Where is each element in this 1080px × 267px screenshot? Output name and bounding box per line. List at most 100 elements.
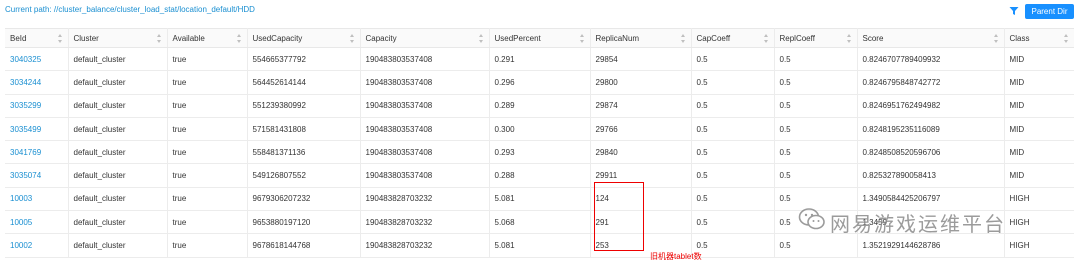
beid-link[interactable]: 3040325 (5, 47, 69, 72)
cell-available: true (167, 163, 248, 188)
column-header-label: Available (172, 33, 205, 43)
cell-available: true (167, 233, 248, 258)
sort-icon[interactable] (478, 34, 484, 43)
cell-cluster: default_cluster (68, 70, 168, 95)
cell-score: 0.8246951762494982 (857, 94, 1005, 118)
sort-icon[interactable] (156, 34, 162, 43)
cell-usedcapacity: 549126807552 (247, 163, 361, 188)
cell-class: MID (1004, 47, 1074, 72)
cell-usedcapacity: 9653880197120 (247, 210, 361, 235)
cell-cluster: default_cluster (68, 233, 168, 258)
column-header-usedcapacity[interactable]: UsedCapacity (247, 28, 361, 48)
cell-cluster: default_cluster (68, 94, 168, 118)
cell-replcoeff: 0.5 (774, 70, 858, 95)
column-header-score[interactable]: Score (857, 28, 1005, 48)
beid-link[interactable]: 10002 (5, 233, 69, 258)
cell-replicanum: 29766 (590, 117, 692, 142)
cell-class: MID (1004, 70, 1074, 95)
cell-replicanum: 29874 (590, 94, 692, 118)
beid-link[interactable]: 3035499 (5, 117, 69, 142)
cell-available: true (167, 94, 248, 118)
column-header-cluster[interactable]: Cluster (68, 28, 168, 48)
column-header-replicanum[interactable]: ReplicaNum (590, 28, 692, 48)
column-header-label: Capacity (365, 33, 397, 43)
filter-icon[interactable] (1009, 6, 1019, 16)
column-header-replcoeff[interactable]: ReplCoeff (774, 28, 858, 48)
cell-capacity: 190483803537408 (360, 94, 490, 118)
cell-usedpercent: 0.296 (489, 70, 591, 95)
sort-icon[interactable] (846, 34, 852, 43)
sort-icon[interactable] (579, 34, 585, 43)
beid-link[interactable]: 10003 (5, 187, 69, 212)
column-header-label: CapCoeff (696, 33, 731, 43)
watermark: 网易游戏运维平台 (798, 204, 1048, 238)
cell-usedcapacity: 558481371136 (247, 140, 361, 165)
table-row: 3035499 default_cluster true 571581431808 19… (5, 117, 1074, 142)
column-header-label: ReplCoeff (779, 33, 815, 43)
cell-cluster: default_cluster (68, 47, 168, 72)
cell-score: 0.8246707789409932 (857, 47, 1005, 72)
cell-replcoeff: 0.5 (774, 47, 858, 72)
cell-usedpercent: 0.300 (489, 117, 591, 142)
column-header-capacity[interactable]: Capacity (360, 28, 490, 48)
cell-replcoeff: 0.5 (774, 140, 858, 165)
toolbar: Current path: //cluster_balance/cluster_… (0, 0, 1080, 22)
cell-capcoeff: 0.5 (691, 140, 775, 165)
beid-link[interactable]: 3034244 (5, 70, 69, 95)
column-header-label: Score (862, 33, 884, 43)
sort-icon[interactable] (1064, 34, 1069, 43)
cell-usedcapacity: 554665377792 (247, 47, 361, 72)
cell-capcoeff: 0.5 (691, 47, 775, 72)
column-header-capcoeff[interactable]: CapCoeff (691, 28, 775, 48)
column-header-label: UsedPercent (494, 33, 541, 43)
column-header-available[interactable]: Available (167, 28, 248, 48)
column-header-beid[interactable]: BeId (5, 28, 69, 48)
cell-score: 0.825327890058413 (857, 163, 1005, 188)
table-header-row: BeId Cluster Available UsedCapacity Capacity… (5, 28, 1074, 48)
cell-capcoeff: 0.5 (691, 163, 775, 188)
sort-icon[interactable] (680, 34, 686, 43)
beid-link[interactable]: 3035074 (5, 163, 69, 188)
sort-icon[interactable] (236, 34, 242, 43)
cell-score: 0.8246795848742772 (857, 70, 1005, 95)
cell-cluster: default_cluster (68, 140, 168, 165)
wechat-icon (798, 208, 825, 230)
column-header-label: Class (1009, 33, 1030, 43)
table-row: 3034244 default_cluster true 564452614144 19… (5, 70, 1074, 95)
cell-capacity: 190483803537408 (360, 47, 490, 72)
cell-usedcapacity: 551239380992 (247, 94, 361, 118)
beid-link[interactable]: 10005 (5, 210, 69, 235)
cell-score: 0.8248195235116089 (857, 117, 1005, 142)
annotation-label: 旧机器tablet数 (650, 252, 702, 261)
beid-link[interactable]: 3041769 (5, 140, 69, 165)
cell-usedpercent: 0.291 (489, 47, 591, 72)
cell-class: MID (1004, 117, 1074, 142)
cell-usedcapacity: 564452614144 (247, 70, 361, 95)
cell-capcoeff: 0.5 (691, 210, 775, 235)
cell-score: 0.8248508520596706 (857, 140, 1005, 165)
beid-link[interactable]: 3035299 (5, 94, 69, 118)
sort-icon[interactable] (57, 34, 63, 43)
column-header-class[interactable]: Class (1004, 28, 1074, 48)
cell-cluster: default_cluster (68, 163, 168, 188)
cell-capacity: 190483828703232 (360, 233, 490, 258)
cell-usedcapacity: 9678618144768 (247, 233, 361, 258)
table-row: 3035299 default_cluster true 551239380992 19… (5, 94, 1074, 118)
table-row: 3041769 default_cluster true 558481371136 19… (5, 140, 1074, 165)
current-path: Current path: //cluster_balance/cluster_… (5, 5, 255, 14)
cell-capcoeff: 0.5 (691, 117, 775, 142)
cell-replicanum: 29854 (590, 47, 692, 72)
parent-dir-button[interactable]: Parent Dir (1025, 4, 1074, 19)
cell-available: true (167, 210, 248, 235)
cell-capacity: 190483803537408 (360, 117, 490, 142)
cell-cluster: default_cluster (68, 210, 168, 235)
sort-icon[interactable] (349, 34, 355, 43)
column-header-usedpercent[interactable]: UsedPercent (489, 28, 591, 48)
column-header-label: BeId (10, 33, 27, 43)
sort-icon[interactable] (993, 34, 999, 43)
column-header-label: Cluster (73, 33, 99, 43)
cell-replicanum: 29840 (590, 140, 692, 165)
sort-icon[interactable] (763, 34, 769, 43)
cell-capcoeff: 0.5 (691, 187, 775, 212)
cell-class: MID (1004, 94, 1074, 118)
